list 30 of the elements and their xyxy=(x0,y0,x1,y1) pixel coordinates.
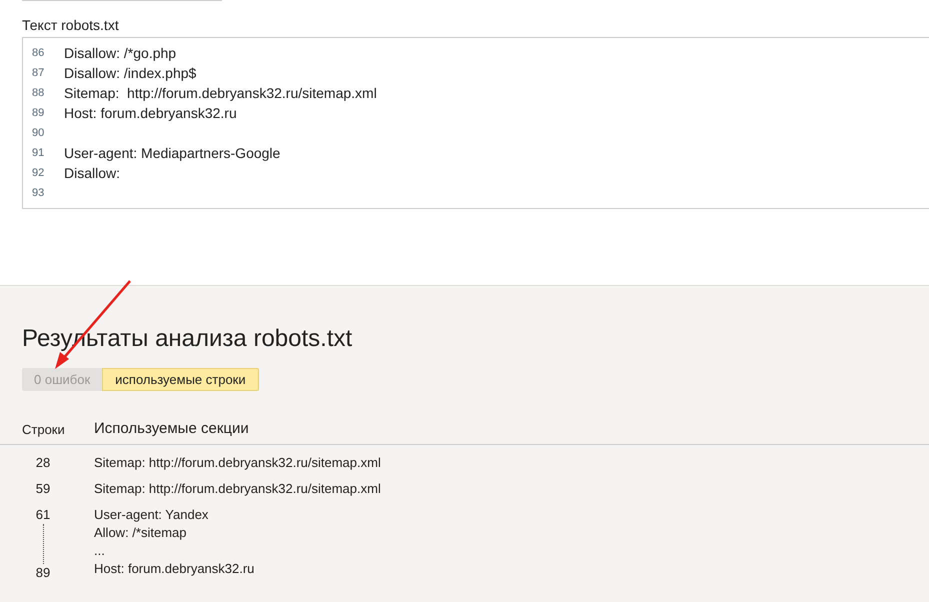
code-line: Disallow: /*go.php xyxy=(64,44,176,63)
section-line: Allow: /*sitemap xyxy=(94,524,188,542)
editor-label: Текст robots.txt xyxy=(22,16,120,34)
code-line: Disallow: /index.php$ xyxy=(64,64,196,83)
line-number: 93 xyxy=(31,186,46,201)
code-line: User-agent: Mediapartners-Google xyxy=(64,144,280,163)
line-number: 89 xyxy=(31,106,46,121)
line-number: 86 xyxy=(31,46,46,61)
code-line: Disallow: xyxy=(64,164,120,182)
line-number: 92 xyxy=(31,166,46,181)
line-number: 87 xyxy=(31,66,46,81)
section-line: User-agent: Yandex xyxy=(94,506,210,524)
line-number: 88 xyxy=(31,86,46,101)
column-header: Строки xyxy=(22,420,66,439)
section-line: Sitemap: http://forum.debryansk32.ru/sitemap.xml xyxy=(94,480,381,498)
section-line: Host: forum.debryansk32.ru xyxy=(94,560,254,578)
section-line: ... xyxy=(94,542,106,560)
line-number: 61 xyxy=(36,506,50,524)
line-number: 28 xyxy=(36,454,50,472)
line-number: 91 xyxy=(31,146,46,161)
code-editor[interactable]: 86 Disallow: /*go.php 87 Disallow: /index.php$ 88 Sitemap: http://forum.debryansk32.ru/sitemap.xml 89 Host: forum.debryansk32.ru 90 91 User-agent: Mediapartners-Google 92 Disallow: 93 xyxy=(22,37,929,209)
line-number: 90 xyxy=(31,126,46,141)
column-header: Используемые секции xyxy=(94,419,249,440)
code-line: Sitemap: http://forum.debryansk32.ru/sitemap.xml xyxy=(64,84,377,103)
section-line: Sitemap: http://forum.debryansk32.ru/sitemap.xml xyxy=(94,454,381,472)
filter-tab[interactable]: используемые строки xyxy=(102,368,259,391)
line-number: 89 xyxy=(36,564,50,582)
code-line: Host: forum.debryansk32.ru xyxy=(64,104,237,123)
range-connector xyxy=(42,524,44,564)
line-number: 59 xyxy=(36,480,50,498)
